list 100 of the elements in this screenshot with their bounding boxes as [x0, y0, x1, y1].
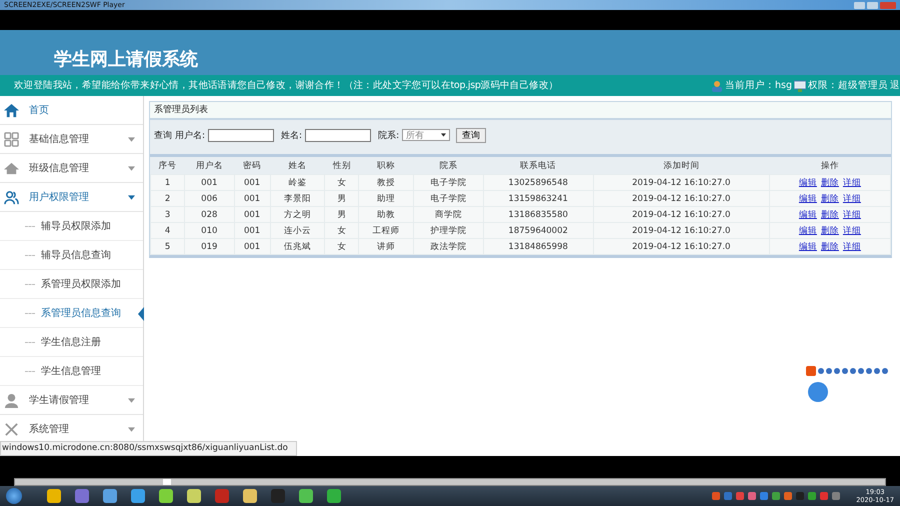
- field-label: 姓名:: [281, 130, 302, 142]
- table-cell: 001: [234, 206, 270, 222]
- action-link[interactable]: 编辑: [798, 210, 817, 220]
- taskbar-app-icon[interactable]: [47, 489, 61, 503]
- taskbar-app-icon[interactable]: [299, 489, 313, 503]
- action-link[interactable]: 编辑: [798, 242, 817, 252]
- progress-thumb[interactable]: [162, 479, 171, 485]
- panel-title: 系管理员列表: [150, 102, 891, 120]
- table-cell: 2019-04-12 16:10:27.0: [593, 222, 770, 238]
- caret-icon: [128, 194, 135, 200]
- action-link[interactable]: 详细: [842, 194, 861, 204]
- submenu-item[interactable]: 学生信息注册: [0, 328, 143, 357]
- table-cell: 伍兆斌: [270, 238, 325, 254]
- caret-icon: [128, 426, 135, 432]
- users-icon: [4, 190, 19, 204]
- table-cell: 男: [324, 190, 359, 206]
- table-cell: 护理学院: [413, 222, 484, 238]
- action-link[interactable]: 编辑: [798, 194, 817, 204]
- table-cell: 010: [184, 222, 234, 238]
- sidebar-item[interactable]: 学生请假管理: [0, 386, 143, 415]
- action-link[interactable]: 删除: [820, 194, 839, 204]
- action-link[interactable]: 详细: [842, 226, 861, 236]
- action-link[interactable]: 详细: [842, 210, 861, 220]
- table-cell: 001: [234, 174, 270, 190]
- dropdown-arrow-icon: [441, 133, 446, 137]
- sidebar-item[interactable]: 用户权限管理: [0, 183, 143, 212]
- submenu-item[interactable]: 辅导员权限添加: [0, 212, 143, 241]
- table-cell: 女: [324, 222, 359, 238]
- welcome-text: 欢迎登陆我站，希望能给你带来好心情，其他话语请您自己修改，谢谢合作！（注：此处文字您可以在top.jsp源码中自己修改）: [14, 79, 558, 92]
- table-cell: 讲师: [358, 238, 414, 254]
- table-cell: 001: [234, 238, 270, 254]
- input-field[interactable]: [208, 128, 274, 142]
- submenu-item[interactable]: 辅导员信息查询: [0, 241, 143, 270]
- status-url: windows10.microdone.cn:8080/ssmxswsqjxt86/xiguanliyuanList.do: [0, 441, 297, 456]
- taskbar-app-icon[interactable]: [103, 489, 117, 503]
- action-link[interactable]: 编辑: [798, 226, 817, 236]
- field-label: 用户名:: [175, 130, 206, 142]
- action-link[interactable]: 详细: [842, 242, 861, 252]
- role-text: 权限：超级管理员: [808, 79, 888, 92]
- app-title: 学生网上请假系统: [54, 48, 198, 71]
- person-icon: [4, 392, 19, 408]
- taskbar-app-icon[interactable]: [187, 489, 201, 503]
- user-icon: [710, 80, 723, 92]
- table-cell: 2019-04-12 16:10:27.0: [593, 190, 770, 206]
- search-button[interactable]: 查询: [456, 128, 486, 142]
- table-cell: 13159863241: [483, 190, 594, 206]
- taskbar-app-icon[interactable]: [243, 489, 257, 503]
- action-link[interactable]: 删除: [820, 226, 839, 236]
- start-button[interactable]: [6, 488, 22, 504]
- table-cell: 028: [184, 206, 234, 222]
- action-link[interactable]: 编辑: [798, 178, 817, 188]
- caret-icon: [128, 398, 135, 402]
- taskbar-app-icon[interactable]: [131, 489, 145, 503]
- taskbar-app-icon[interactable]: [159, 489, 173, 503]
- table-cell: 政法学院: [413, 238, 484, 254]
- table-cell: 006: [184, 190, 234, 206]
- table-cell: 3: [150, 206, 185, 222]
- grid-icon: [4, 132, 19, 146]
- table-cell: 李景阳: [270, 190, 325, 206]
- table-cell: 方之明: [270, 206, 325, 222]
- table-cell: 18759640002: [483, 222, 594, 238]
- house-icon: [4, 160, 19, 176]
- table-cell: 教授: [358, 174, 414, 190]
- maximize-button[interactable]: [867, 2, 878, 8]
- table-cell: 2: [150, 190, 185, 206]
- table-cell: 岭鉴: [270, 174, 325, 190]
- current-user-text: 当前用户：hsg: [724, 79, 792, 92]
- table-cell: 13184865998: [483, 238, 594, 254]
- sidebar-item[interactable]: 基础信息管理: [0, 125, 143, 154]
- table-cell: 13186835580: [483, 206, 594, 222]
- floating-ball-icon[interactable]: [808, 382, 828, 402]
- sidebar-item[interactable]: 首页: [0, 96, 143, 125]
- table-cell: 助理: [358, 190, 414, 206]
- caret-icon: [128, 166, 135, 170]
- table-cell: 5: [150, 238, 185, 254]
- action-link[interactable]: 删除: [820, 210, 839, 220]
- minimize-button[interactable]: [854, 2, 865, 8]
- table-cell: 电子学院: [413, 174, 484, 190]
- table-cell: 女: [324, 174, 359, 190]
- table-cell: 13025896548: [483, 174, 594, 190]
- table-cell: 工程师: [358, 222, 414, 238]
- table-cell: 001: [184, 174, 234, 190]
- taskbar-app-icon[interactable]: [327, 489, 341, 503]
- table-cell: 2019-04-12 16:10:27.0: [593, 238, 770, 254]
- table-cell: 商学院: [413, 206, 484, 222]
- action-link[interactable]: 删除: [820, 242, 839, 252]
- action-link[interactable]: 详细: [842, 178, 861, 188]
- submenu-item[interactable]: 系管理员权限添加: [0, 270, 143, 299]
- sidebar-item[interactable]: 班级信息管理: [0, 154, 143, 183]
- submenu-item[interactable]: 学生信息管理: [0, 357, 143, 386]
- table-cell: 男: [324, 206, 359, 222]
- monitor-icon: [794, 80, 806, 92]
- table-cell: 连小云: [270, 222, 325, 238]
- department-dropdown[interactable]: 所有: [402, 129, 450, 141]
- table-cell: 电子学院: [413, 190, 484, 206]
- table-cell: 2019-04-12 16:10:27.0: [593, 174, 770, 190]
- table-cell: 4: [150, 222, 185, 238]
- input-field[interactable]: [305, 128, 372, 142]
- table-cell: 1: [150, 174, 185, 190]
- action-link[interactable]: 删除: [820, 178, 839, 188]
